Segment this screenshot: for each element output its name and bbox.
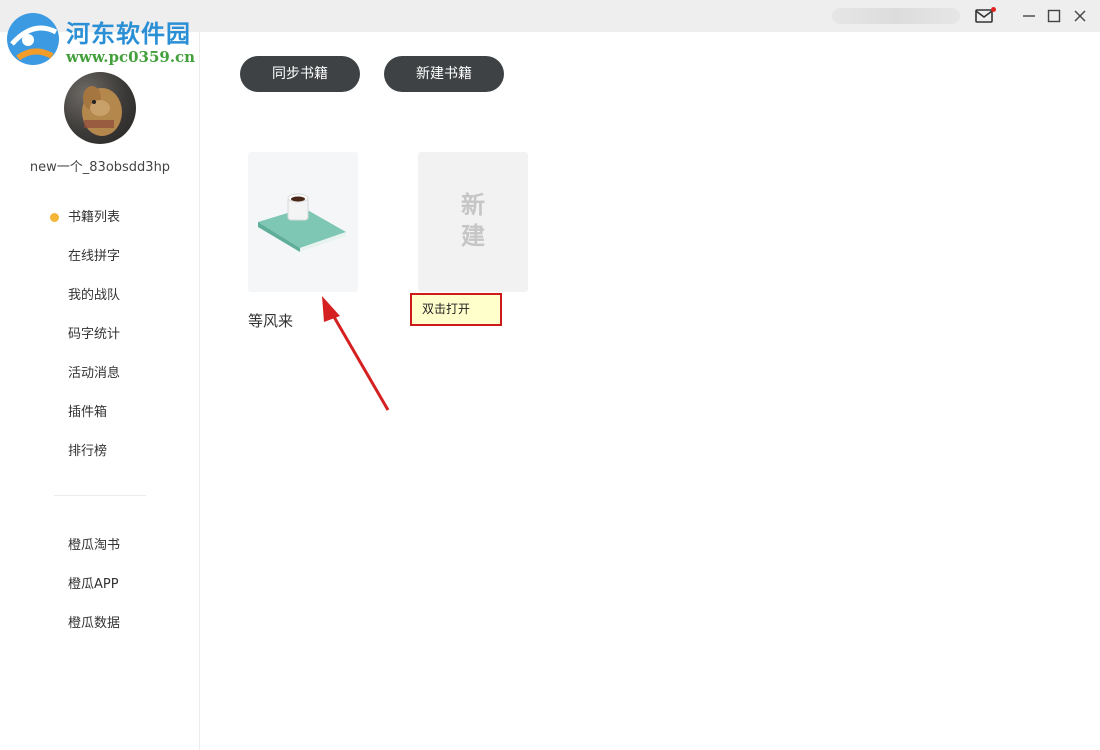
new-book-card[interactable]: 新 建	[418, 152, 528, 292]
sidebar-item-book-list[interactable]: 书籍列表	[0, 198, 200, 237]
sidebar-item-book-store[interactable]: 橙瓜淘书	[0, 526, 200, 565]
sidebar-item-plugins[interactable]: 插件箱	[0, 393, 200, 432]
sidebar-item-label: 橙瓜APP	[68, 577, 119, 592]
notification-dot	[991, 7, 996, 12]
sidebar-divider	[54, 495, 146, 496]
minimize-icon[interactable]	[1017, 4, 1041, 28]
sidebar-item-label: 插件箱	[68, 405, 108, 420]
book-cover[interactable]	[248, 152, 358, 292]
sidebar-item-word-stats[interactable]: 码字统计	[0, 315, 200, 354]
avatar[interactable]	[64, 72, 136, 144]
sync-books-button[interactable]: 同步书籍	[240, 56, 360, 92]
new-book-label: 新 建	[418, 190, 528, 252]
sidebar-secondary-nav: 橙瓜淘书 橙瓜APP 橙瓜数据	[0, 526, 200, 643]
sidebar-item-label: 活动消息	[68, 366, 121, 381]
watermark-title: 河东软件园	[66, 19, 191, 48]
watermark-url: www.pc0359.cn	[66, 48, 196, 66]
username: new一个_83obsdd3hp	[29, 160, 171, 175]
new-book-label-line1: 新	[461, 191, 485, 219]
sidebar-item-online-typing[interactable]: 在线拼字	[0, 237, 200, 276]
active-indicator-dot	[50, 213, 59, 222]
book-coffee-icon	[258, 193, 346, 252]
watermark-logo-icon	[7, 13, 59, 65]
new-book-button[interactable]: 新建书籍	[384, 56, 504, 92]
watermark: 河东软件园 www.pc0359.cn	[4, 6, 204, 70]
sidebar-item-label: 在线拼字	[68, 249, 121, 264]
close-icon[interactable]	[1068, 4, 1092, 28]
sidebar-item-leaderboard[interactable]: 排行榜	[0, 432, 200, 471]
sidebar-item-activity-messages[interactable]: 活动消息	[0, 354, 200, 393]
sidebar-primary-nav: 书籍列表 在线拼字 我的战队 码字统计 活动消息 插件箱 排行榜	[0, 198, 200, 471]
sidebar: new一个_83obsdd3hp 书籍列表 在线拼字 我的战队 码字统计 活动消…	[0, 32, 200, 750]
sidebar-item-my-team[interactable]: 我的战队	[0, 276, 200, 315]
sidebar-item-data[interactable]: 橙瓜数据	[0, 604, 200, 643]
double-click-tooltip: 双击打开	[410, 293, 502, 326]
sidebar-item-label: 排行榜	[68, 444, 108, 459]
sidebar-item-app[interactable]: 橙瓜APP	[0, 565, 200, 604]
mail-icon[interactable]	[972, 4, 996, 28]
blurred-region	[832, 8, 960, 24]
sidebar-item-label: 橙瓜淘书	[68, 538, 121, 553]
sidebar-item-label: 书籍列表	[68, 210, 121, 225]
sidebar-item-label: 我的战队	[68, 288, 121, 303]
sidebar-item-label: 码字统计	[68, 327, 121, 342]
book-title[interactable]: 等风来	[248, 310, 293, 331]
maximize-icon[interactable]	[1042, 4, 1066, 28]
sidebar-item-label: 橙瓜数据	[68, 616, 121, 631]
new-book-label-line2: 建	[461, 222, 485, 250]
